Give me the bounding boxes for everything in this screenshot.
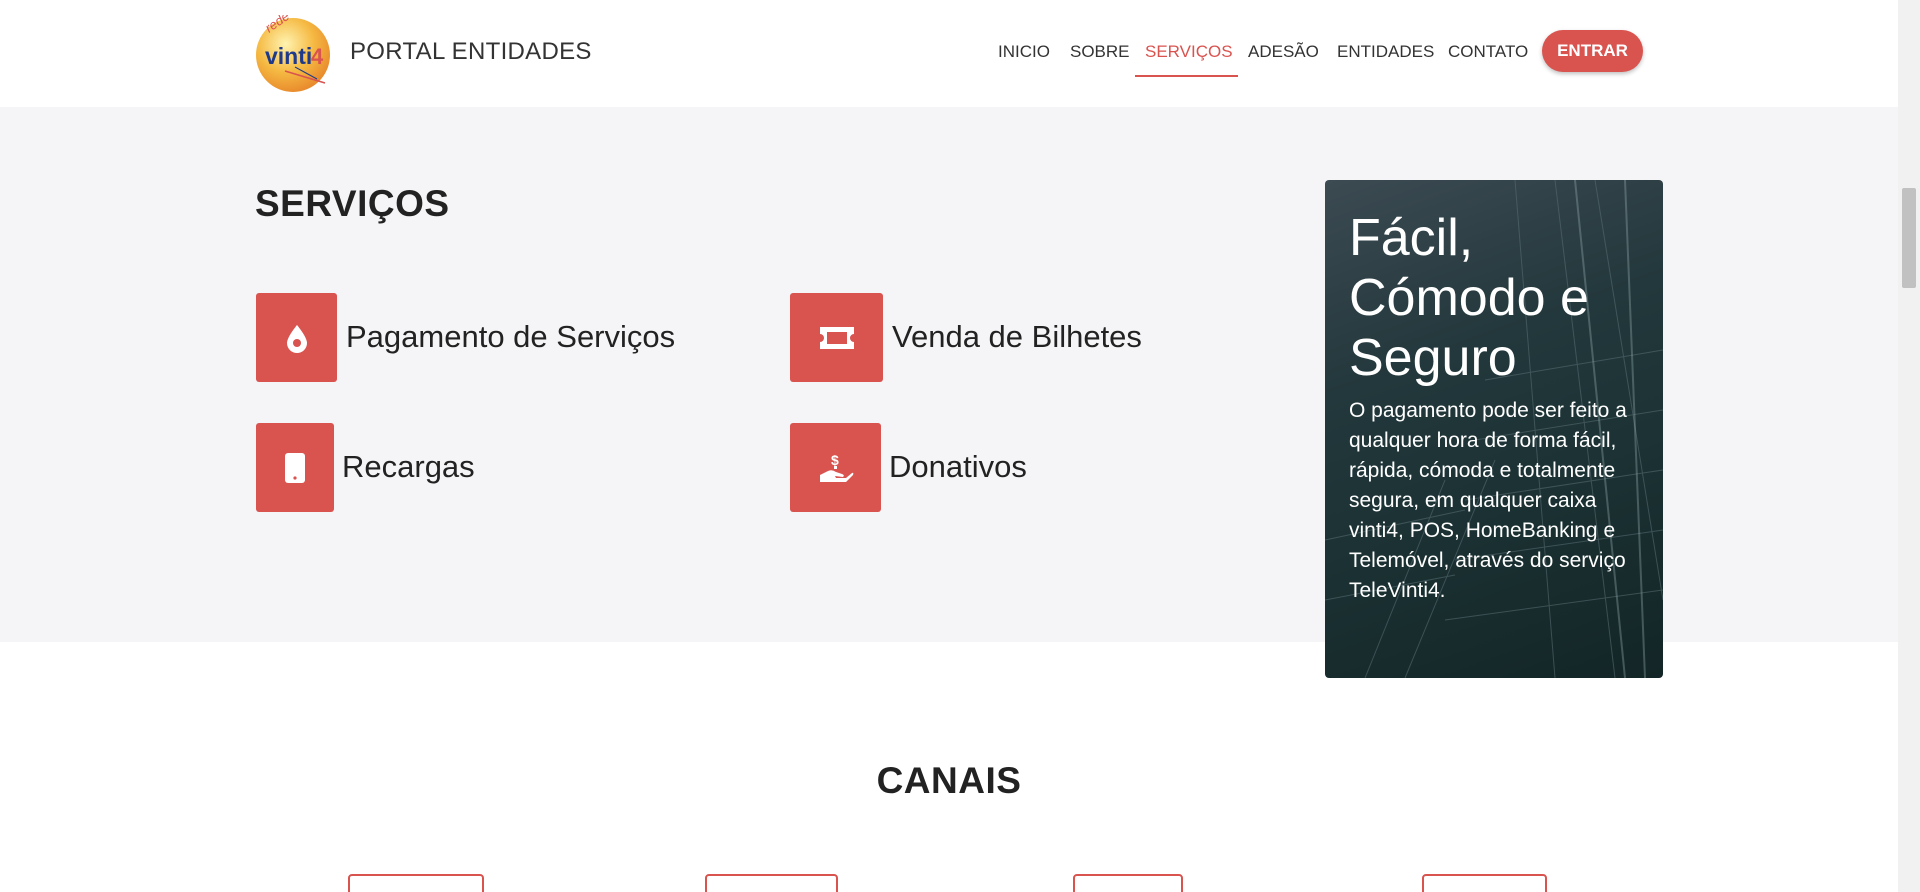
venda-bilhetes-label[interactable]: Venda de Bilhetes: [892, 319, 1142, 355]
promo-card: Fácil, Cómodo e Seguro O pagamento pode …: [1325, 180, 1663, 678]
active-nav-indicator: [1135, 75, 1238, 77]
nav-entidades[interactable]: ENTIDADES: [1337, 42, 1434, 62]
recargas-label[interactable]: Recargas: [342, 449, 475, 485]
svg-text:4: 4: [311, 44, 324, 69]
nav-inicio[interactable]: INICIO: [998, 42, 1050, 62]
nav-adesao[interactable]: ADESÃO: [1248, 42, 1319, 62]
page-scrollbar[interactable]: [1898, 0, 1920, 892]
vinti4-logo[interactable]: rede vinti 4: [255, 15, 333, 93]
ticket-icon: [819, 326, 854, 349]
entrar-button[interactable]: ENTRAR: [1542, 30, 1643, 72]
servicos-title: SERVIÇOS: [255, 183, 450, 224]
canal-card[interactable]: [1073, 874, 1183, 892]
scrollbar-thumb[interactable]: [1902, 188, 1916, 288]
canal-card[interactable]: [705, 874, 838, 892]
donativos-button[interactable]: $: [790, 423, 881, 512]
hand-coin-icon: $: [819, 452, 853, 482]
canal-card[interactable]: [348, 874, 484, 892]
pagamento-servicos-button[interactable]: [256, 293, 337, 382]
nav-sobre[interactable]: SOBRE: [1070, 42, 1130, 62]
nav-contato[interactable]: CONTATO: [1448, 42, 1528, 62]
donativos-label[interactable]: Donativos: [889, 449, 1027, 485]
mobile-phone-icon: [285, 452, 305, 483]
promo-text: O pagamento pode ser feito a qualquer ho…: [1349, 399, 1627, 602]
venda-bilhetes-button[interactable]: [790, 293, 883, 382]
svg-text:vinti: vinti: [265, 43, 312, 69]
recargas-button[interactable]: [256, 423, 334, 512]
pagamento-servicos-label[interactable]: Pagamento de Serviços: [346, 319, 675, 355]
site-header: rede vinti 4 PORTAL ENTIDADES INICIO SOB…: [0, 0, 1898, 107]
drop-icon: [286, 324, 307, 353]
nav-servicos[interactable]: SERVIÇOS: [1145, 42, 1233, 62]
canais-title: CANAIS: [876, 760, 1022, 801]
promo-title: Fácil, Cómodo e Seguro: [1349, 209, 1589, 387]
svg-text:$: $: [831, 452, 839, 468]
brand-title: PORTAL ENTIDADES: [350, 38, 592, 65]
canal-card[interactable]: [1422, 874, 1547, 892]
